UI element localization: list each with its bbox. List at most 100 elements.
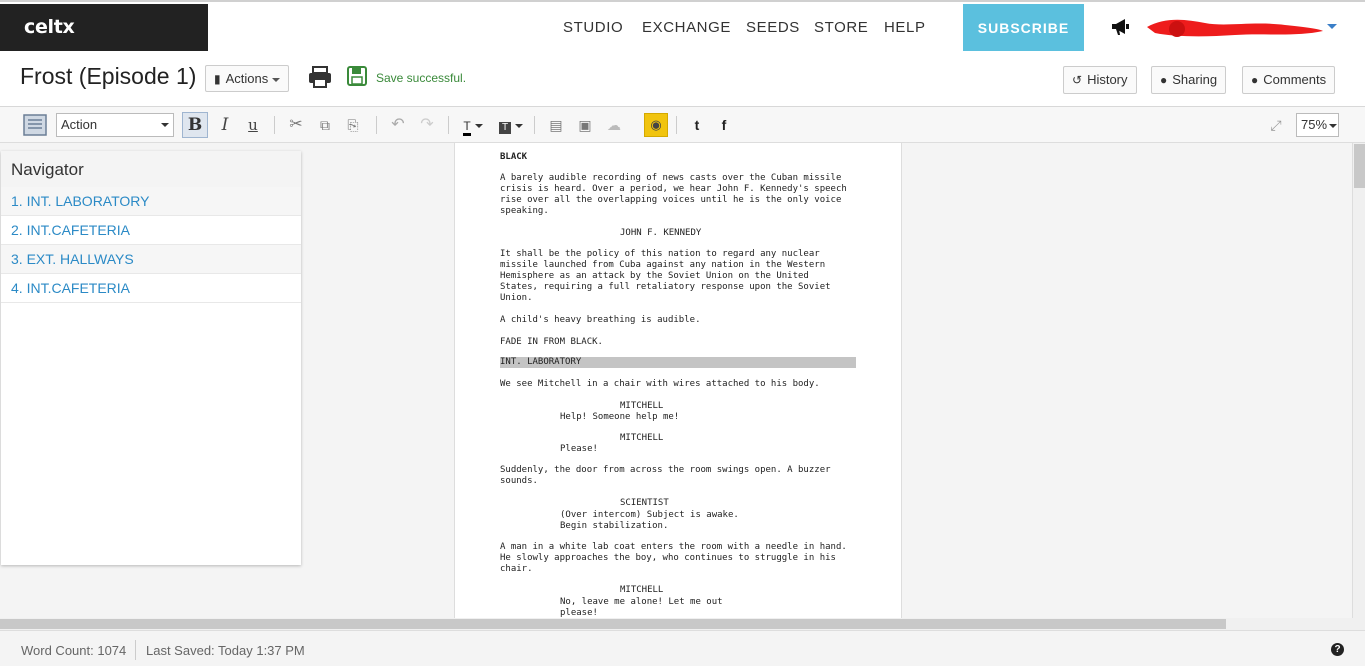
action-line[interactable]: States, requiring a full retaliatory res… [500, 282, 831, 293]
history-icon: ↺ [1072, 73, 1083, 87]
cut-icon[interactable]: ✂ [285, 114, 307, 136]
action-line[interactable]: speaking. [500, 206, 549, 217]
element-style-value: Action [61, 117, 98, 132]
character-name[interactable]: JOHN F. KENNEDY [620, 228, 701, 239]
lock-icon[interactable]: ◉ [644, 113, 668, 137]
status-bar: Word Count: 1074 Last Saved: Today 1:37 … [0, 630, 1365, 666]
text-color-icon[interactable]: T [458, 114, 488, 136]
document-title: Frost (Episode 1) [20, 63, 197, 89]
nav-exchange[interactable]: EXCHANGE [642, 4, 731, 53]
top-bar: celtx STUDIO EXCHANGE SEEDS STORE HELP S… [0, 0, 1365, 53]
user-icon: ● [1160, 73, 1168, 87]
navigator-scene-item[interactable]: 4. INT.CAFETERIA [1, 274, 301, 303]
character-name[interactable]: MITCHELL [620, 433, 663, 444]
action-line[interactable]: rise over all the overlapping voices unt… [500, 195, 841, 206]
action-line[interactable]: A barely audible recording of news casts… [500, 173, 841, 184]
italic-button[interactable]: I [214, 114, 236, 136]
navigator-scene-item[interactable]: 3. EXT. HALLWAYS [1, 245, 301, 274]
underline-button[interactable]: u [242, 114, 264, 136]
toolbar-divider [676, 116, 677, 134]
sharing-button[interactable]: ● Sharing [1151, 66, 1227, 94]
action-line[interactable]: It shall be the policy of this nation to… [500, 249, 820, 260]
action-line[interactable]: Union. [500, 293, 533, 304]
megaphone-icon[interactable] [1110, 16, 1132, 38]
action-line[interactable]: missile launched from Cuba against any n… [500, 260, 825, 271]
character-name[interactable]: SCIENTIST [620, 498, 669, 509]
nav-seeds[interactable]: SEEDS [746, 4, 800, 53]
action-line[interactable]: chair. [500, 564, 533, 575]
comment-icon: ● [1251, 73, 1259, 87]
navigator-list: 1. INT. LABORATORY 2. INT.CAFETERIA 3. E… [1, 187, 301, 303]
subscribe-button[interactable]: SUBSCRIBE [963, 4, 1084, 52]
chevron-down-icon [161, 123, 169, 127]
action-line[interactable]: crisis is heard. Over a period, we hear … [500, 184, 847, 195]
toggle-navigator-icon[interactable] [23, 113, 47, 137]
action-line[interactable]: A child's heavy breathing is audible. [500, 315, 700, 326]
script-page[interactable]: BLACK A barely audible recording of news… [454, 143, 902, 618]
word-count: Word Count: 1074 [21, 643, 127, 658]
toolbar-divider [274, 116, 275, 134]
sharing-label: Sharing [1172, 72, 1218, 87]
dialogue-line[interactable]: Begin stabilization. [560, 521, 668, 532]
vertical-scrollbar[interactable] [1352, 143, 1365, 618]
element-style-select[interactable]: Action [56, 113, 174, 137]
scene-navigator: Navigator 1. INT. LABORATORY 2. INT.CAFE… [1, 151, 301, 565]
actions-label: Actions [225, 71, 269, 86]
celtx-logo[interactable]: celtx [0, 4, 208, 53]
transition-line[interactable]: FADE IN FROM BLACK. [500, 337, 603, 348]
paste-icon[interactable]: ⎘ [342, 114, 364, 136]
fullscreen-icon[interactable]: ⤢ [1265, 114, 1287, 136]
undo-icon[interactable]: ↶ [387, 114, 409, 136]
comment-bubble-icon[interactable]: ☁ [603, 114, 625, 136]
nav-help[interactable]: HELP [884, 4, 926, 53]
facebook-icon[interactable]: f [713, 114, 735, 136]
comments-button[interactable]: ● Comments [1242, 66, 1336, 94]
toolbar-divider [376, 116, 377, 134]
chevron-down-icon [272, 77, 281, 82]
title-row: Frost (Episode 1) ▮ Actions Save successf… [0, 51, 1365, 107]
nav-studio[interactable]: STUDIO [563, 4, 623, 53]
action-line[interactable]: We see Mitchell in a chair with wires at… [500, 379, 820, 390]
horizontal-scroll-thumb[interactable] [0, 619, 1226, 629]
dialogue-line[interactable]: please! [560, 608, 598, 618]
bold-button[interactable]: B [182, 112, 208, 138]
redo-icon[interactable]: ↷ [416, 114, 438, 136]
history-button[interactable]: ↺ History [1063, 66, 1137, 94]
selected-scene-heading[interactable]: INT. LABORATORY [500, 357, 856, 368]
dialogue-line[interactable]: No, leave me alone! Let me out [560, 597, 723, 608]
zoom-value: 75% [1301, 117, 1328, 132]
navigator-scene-item[interactable]: 2. INT.CAFETERIA [1, 216, 301, 245]
action-line[interactable]: sounds. [500, 476, 538, 487]
action-line[interactable]: A man in a white lab coat enters the roo… [500, 542, 847, 553]
save-status-text: Save successful. [376, 71, 467, 85]
dialogue-line[interactable]: Please! [560, 444, 598, 455]
history-label: History [1087, 72, 1128, 87]
actions-button[interactable]: ▮ Actions [205, 65, 290, 92]
copy-icon[interactable]: ⧉ [314, 114, 336, 136]
horizontal-scrollbar[interactable] [0, 618, 1365, 630]
save-icon[interactable] [347, 66, 367, 86]
action-line[interactable]: Hemisphere as an attack by the Soviet Un… [500, 271, 809, 282]
scene-heading[interactable]: BLACK [500, 152, 527, 163]
image-icon[interactable]: ▣ [574, 114, 596, 136]
nav-store[interactable]: STORE [814, 4, 868, 53]
action-line[interactable]: Suddenly, the door from across the room … [500, 465, 831, 476]
vertical-scroll-thumb[interactable] [1354, 144, 1365, 188]
character-name[interactable]: MITCHELL [620, 585, 663, 596]
action-line[interactable]: He slowly approaches the boy, who contin… [500, 553, 836, 564]
last-saved: Last Saved: Today 1:37 PM [146, 643, 305, 658]
character-name[interactable]: MITCHELL [620, 401, 663, 412]
redacted-user-avatar[interactable] [1145, 15, 1325, 39]
user-menu-caret-icon[interactable] [1327, 24, 1337, 29]
twitter-icon[interactable]: t [686, 114, 708, 136]
dialogue-line[interactable]: Help! Someone help me! [560, 412, 679, 423]
note-icon[interactable]: ▤ [545, 114, 567, 136]
print-icon[interactable] [307, 65, 333, 89]
highlight-color-icon[interactable]: T [496, 114, 526, 136]
editor-toolbar: Action B I u ✂ ⧉ ⎘ ↶ ↷ T T ▤ ▣ ☁ ◉ t f ⤢… [0, 107, 1365, 143]
navigator-title: Navigator [1, 151, 301, 187]
navigator-scene-item[interactable]: 1. INT. LABORATORY [1, 187, 301, 216]
zoom-select[interactable]: 75% [1296, 113, 1339, 137]
help-icon[interactable]: ? [1331, 643, 1344, 656]
dialogue-line[interactable]: (Over intercom) Subject is awake. [560, 510, 739, 521]
